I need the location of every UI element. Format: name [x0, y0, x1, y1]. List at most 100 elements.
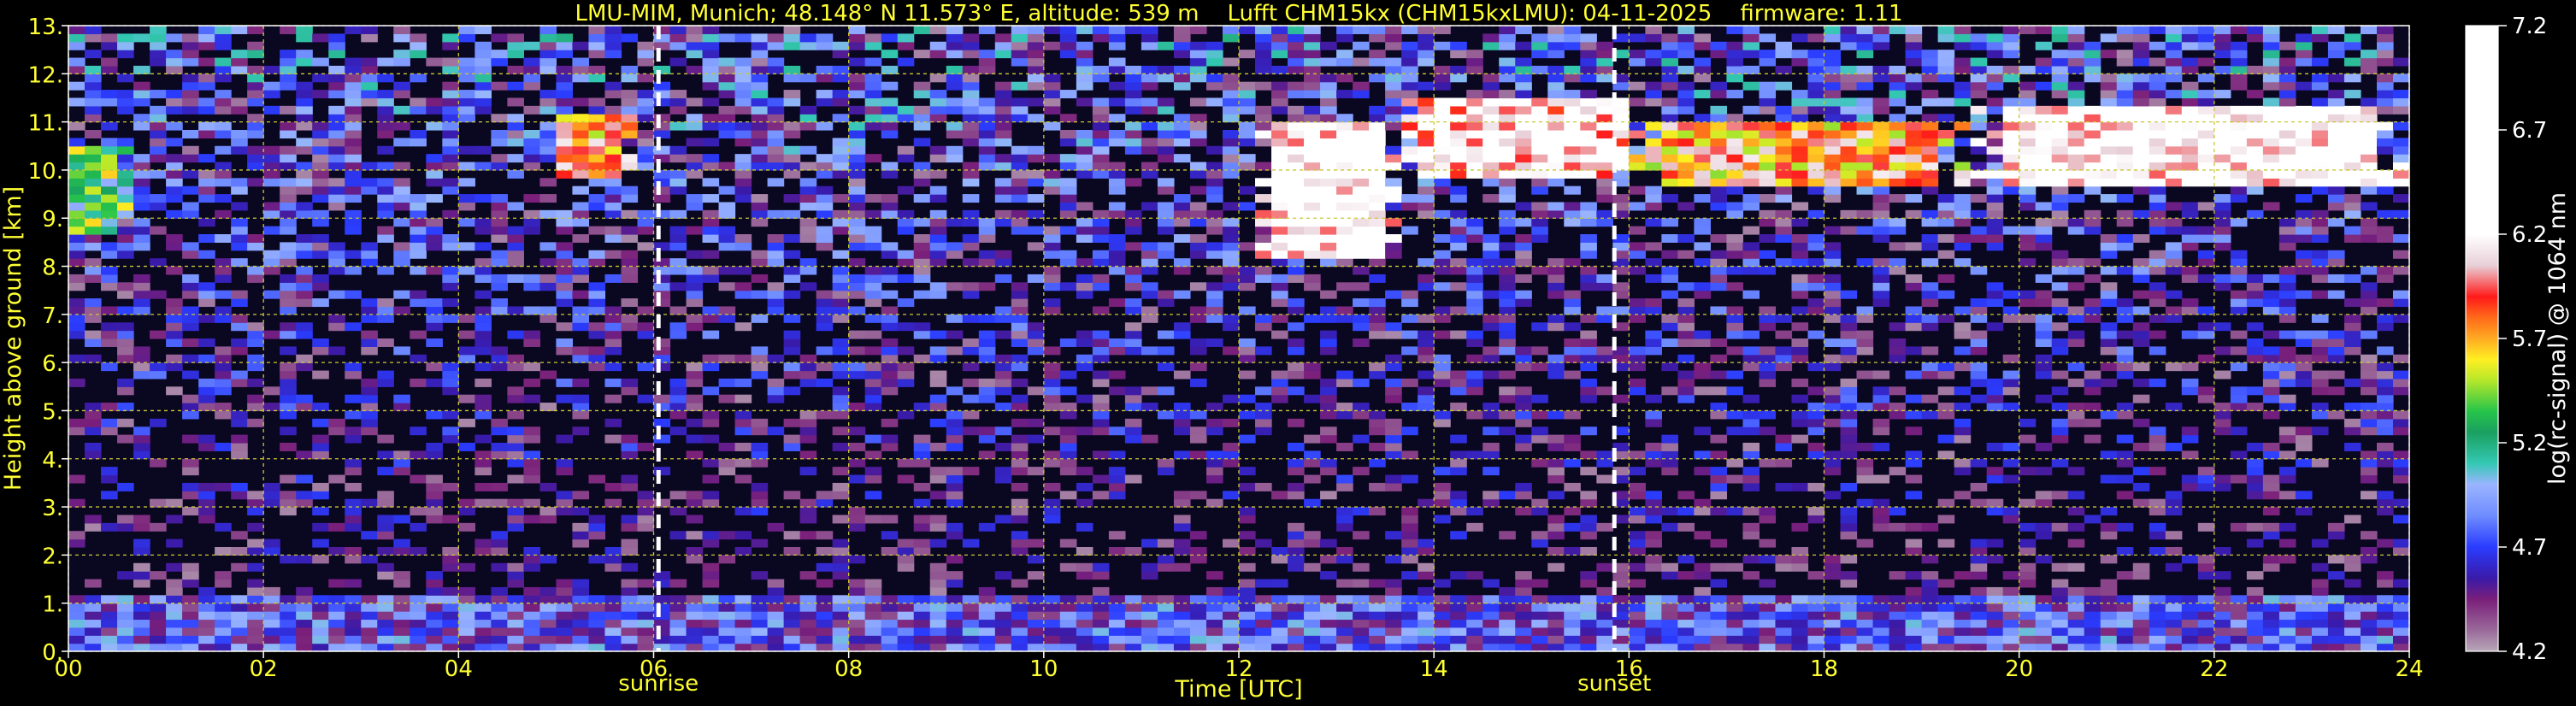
- heatmap-cell: [913, 121, 931, 131]
- heatmap-cell: [783, 547, 801, 556]
- heatmap-cell: [1434, 482, 1451, 491]
- heatmap-cell: [767, 522, 785, 532]
- heatmap-cell: [231, 242, 248, 251]
- heatmap-cell: [1483, 595, 1500, 604]
- heatmap-cell: [832, 611, 850, 621]
- heatmap-cell: [361, 90, 378, 99]
- heatmap-cell: [1531, 169, 1548, 179]
- heatmap-cell: [1320, 209, 1337, 219]
- heatmap-cell: [604, 274, 622, 283]
- heatmap-cell: [864, 627, 882, 636]
- heatmap-cell: [458, 242, 475, 251]
- heatmap-cell: [864, 579, 882, 588]
- heatmap-cell: [686, 378, 704, 387]
- heatmap-cell: [897, 33, 915, 43]
- heatmap-cell: [101, 474, 118, 484]
- heatmap-cell: [85, 258, 102, 268]
- heatmap-cell: [669, 507, 687, 516]
- heatmap-cell: [1742, 362, 1760, 372]
- heatmap-cell: [231, 65, 248, 74]
- heatmap-cell: [1157, 242, 1175, 251]
- heatmap-cell: [897, 562, 915, 572]
- heatmap-cell: [393, 346, 410, 356]
- heatmap-cell: [1872, 65, 1890, 74]
- heatmap-cell: [572, 611, 590, 621]
- heatmap-cell: [1059, 619, 1077, 628]
- heatmap-cell: [816, 209, 834, 219]
- heatmap-cell: [864, 81, 882, 91]
- heatmap-cell: [816, 242, 834, 251]
- heatmap-cell: [182, 250, 199, 259]
- heatmap-cell: [1856, 105, 1874, 115]
- heatmap-cell: [1059, 209, 1077, 219]
- heatmap-cell: [1645, 306, 1662, 315]
- heatmap-cell: [1580, 65, 1597, 74]
- heatmap-cell: [1011, 579, 1029, 588]
- heatmap-cell: [1076, 74, 1093, 83]
- heatmap-cell: [182, 274, 199, 283]
- heatmap-cell: [913, 114, 931, 123]
- heatmap-cell: [101, 97, 118, 107]
- heatmap-cell: [1499, 627, 1516, 636]
- heatmap-cell: [1466, 450, 1483, 460]
- heatmap-cell: [361, 410, 378, 420]
- heatmap-cell: [1775, 162, 1793, 171]
- heatmap-cell: [1483, 121, 1500, 131]
- heatmap-cell: [816, 65, 834, 74]
- heatmap-cell: [1092, 491, 1110, 500]
- heatmap-cell: [1872, 274, 1890, 283]
- heatmap-cell: [296, 322, 313, 332]
- heatmap-cell: [296, 619, 313, 628]
- heatmap-cell: [1304, 394, 1321, 403]
- heatmap-cell: [1564, 138, 1581, 147]
- heatmap-cell: [1905, 322, 1923, 332]
- heatmap-cell: [718, 627, 736, 636]
- heatmap-cell: [1824, 194, 1842, 203]
- heatmap-cell: [345, 515, 362, 524]
- heatmap-cell: [263, 81, 280, 91]
- heatmap-cell: [1288, 145, 1305, 155]
- heatmap-cell: [1889, 114, 1907, 123]
- heatmap-cell: [312, 250, 329, 259]
- heatmap-cell: [1401, 26, 1418, 34]
- heatmap-cell: [621, 314, 639, 323]
- heatmap-cell: [1483, 74, 1500, 83]
- heatmap-cell: [881, 338, 899, 347]
- heatmap-cell: [539, 507, 557, 516]
- heatmap-cell: [588, 105, 606, 115]
- heatmap-cell: [1905, 635, 1923, 644]
- heatmap-cell: [215, 290, 232, 299]
- heatmap-cell: [1889, 97, 1907, 107]
- heatmap-cell: [1173, 234, 1191, 243]
- heatmap-cell: [946, 33, 964, 43]
- heatmap-cell: [572, 74, 590, 83]
- heatmap-cell: [539, 178, 557, 187]
- heatmap-cell: [572, 218, 590, 227]
- heatmap-cell: [393, 50, 410, 59]
- heatmap-cell: [101, 185, 118, 195]
- heatmap-cell: [1320, 491, 1337, 500]
- heatmap-cell: [604, 338, 622, 347]
- heatmap-cell: [1320, 378, 1337, 387]
- heatmap-cell: [556, 105, 574, 115]
- heatmap-cell: [166, 194, 183, 203]
- heatmap-cell: [1434, 105, 1451, 115]
- heatmap-cell: [1434, 314, 1451, 323]
- heatmap-cell: [1173, 450, 1191, 460]
- heatmap-cell: [182, 169, 199, 179]
- heatmap-cell: [686, 611, 704, 621]
- heatmap-cell: [1076, 427, 1093, 436]
- heatmap-cell: [897, 274, 915, 283]
- heatmap-cell: [637, 362, 655, 372]
- heatmap-cell: [231, 50, 248, 59]
- heatmap-cell: [68, 57, 85, 67]
- heatmap-cell: [734, 322, 752, 332]
- heatmap-cell: [507, 627, 524, 636]
- heatmap-cell: [1694, 138, 1712, 147]
- heatmap-cell: [393, 603, 410, 612]
- heatmap-cell: [783, 266, 801, 275]
- heatmap-cell: [1905, 450, 1923, 460]
- heatmap-cell: [491, 138, 508, 147]
- heatmap-cell: [1661, 218, 1678, 227]
- heatmap-cell: [377, 611, 394, 621]
